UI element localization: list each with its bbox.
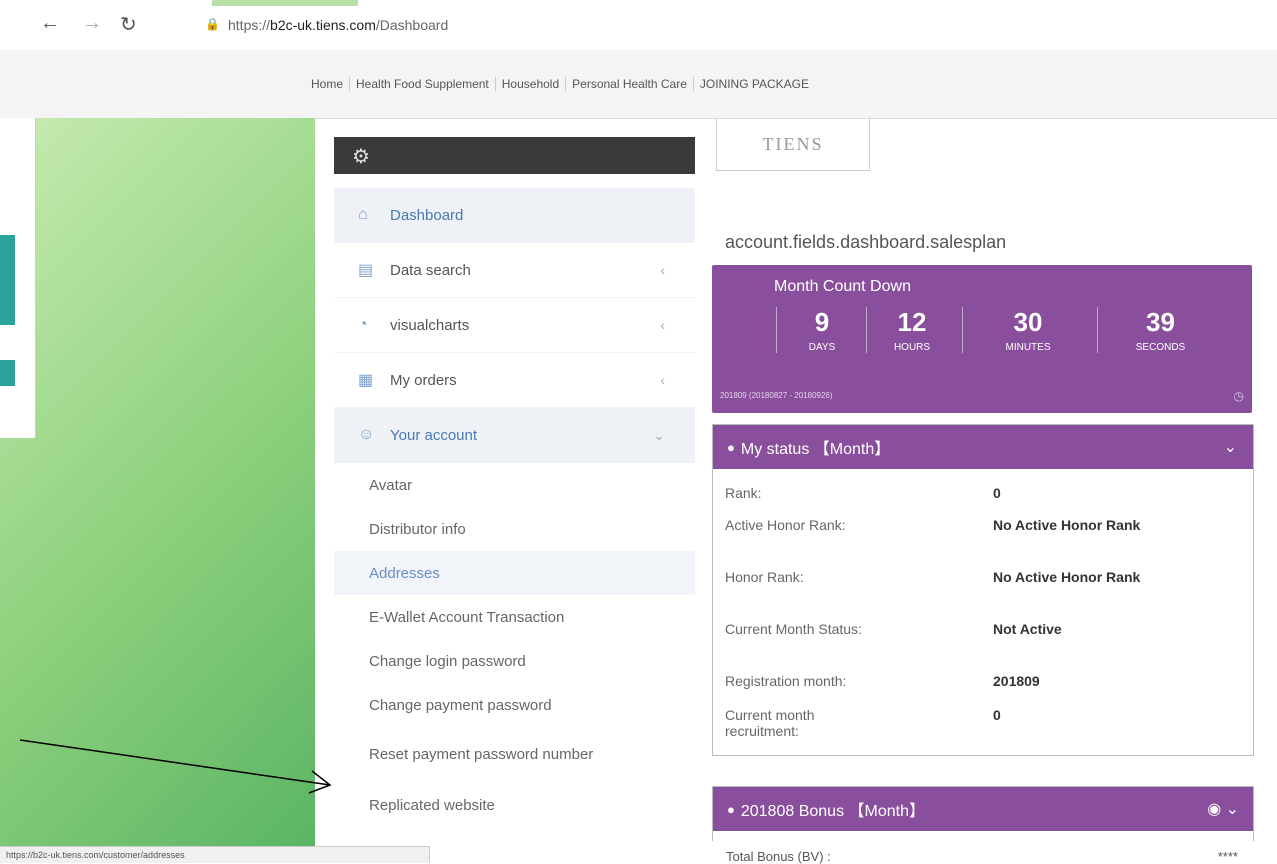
sidebar-item-my-orders[interactable]: ▦ My orders ‹ — [334, 353, 695, 408]
countdown-period: 201809 (20180827 - 20180926) — [720, 391, 833, 400]
bonus-total-value: **** — [1217, 849, 1238, 864]
sidebar-item-label: Dashboard — [390, 206, 464, 224]
status-value: Not Active — [993, 621, 1062, 637]
status-value: No Active Honor Rank — [993, 517, 1141, 533]
status-rows: Rank: 0 Active Honor Rank: No Active Honor… — [713, 469, 1253, 747]
my-status-panel: ● My status 【Month】 ⌄ Rank: 0 Active Hono… — [712, 424, 1254, 756]
eye-chevron-icon[interactable]: ◉ ⌄ — [1207, 799, 1239, 819]
status-row: Registration month: 201809 — [713, 673, 1253, 707]
countdown-label: HOURS — [893, 342, 931, 353]
submenu-addresses[interactable]: Addresses — [334, 551, 695, 595]
pie-chart-icon: ◔ — [358, 316, 368, 333]
countdown-hours: 12 HOURS — [866, 307, 957, 353]
submenu-reset-payment-password[interactable]: Reset payment password number — [369, 727, 629, 783]
sidebar-item-data-search[interactable]: ▤ Data search ‹ — [334, 243, 695, 298]
status-key: Registration month: — [725, 673, 847, 689]
countdown-label: MINUTES — [1005, 342, 1051, 353]
countdown-value: 30 — [1013, 307, 1043, 337]
countdown-minutes: 30 MINUTES — [962, 307, 1093, 353]
countdown-label: DAYS — [808, 342, 836, 353]
salesplan-heading: account.fields.dashboard.salesplan — [725, 232, 1007, 252]
countdown-seconds: 39 SECONDS — [1097, 307, 1223, 353]
status-value: No Active Honor Rank — [993, 569, 1141, 585]
sidebar-item-visualcharts[interactable]: ◔ visualcharts ‹ — [334, 298, 695, 353]
status-value: 0 — [993, 485, 1001, 501]
bonus-total-label: Total Bonus (BV) : — [726, 849, 831, 864]
status-row: Current month recruitment: 0 — [713, 707, 1253, 747]
info-icon: ● — [727, 801, 735, 817]
countdown-title: Month Count Down — [774, 278, 911, 295]
bar-chart-icon: ▤ — [358, 262, 374, 279]
gear-icon[interactable]: ⚙ — [352, 144, 370, 169]
chevron-left-icon: ‹ — [660, 372, 665, 388]
status-key: Current month recruitment: — [725, 707, 815, 739]
submenu-ewallet[interactable]: E-Wallet Account Transaction — [369, 595, 695, 639]
sidebar-header: ⚙ — [334, 137, 695, 174]
chevron-left-icon: ‹ — [660, 317, 665, 333]
month-countdown: Month Count Down 9 DAYS 12 HOURS 30 MINU… — [712, 265, 1252, 413]
status-row: Current Month Status: Not Active — [713, 621, 1253, 673]
submenu-change-login-password[interactable]: Change login password — [369, 639, 695, 683]
sidebar-item-label: visualcharts — [390, 316, 470, 334]
user-icon: ☺ — [358, 426, 375, 443]
bonus-header[interactable]: ● 201808 Bonus 【Month】 ◉ ⌄ — [713, 787, 1253, 831]
status-value: 0 — [993, 707, 1001, 723]
chevron-down-icon: ⌄ — [653, 426, 665, 443]
home-icon: ⌂ — [358, 206, 368, 223]
status-row: Rank: 0 — [713, 485, 1253, 517]
clock-icon: ◷ — [1233, 389, 1244, 403]
countdown-label: SECONDS — [1135, 342, 1186, 353]
chevron-left-icon: ‹ — [660, 262, 665, 278]
chevron-down-icon[interactable]: ⌄ — [1224, 437, 1237, 457]
status-key: Honor Rank: — [725, 569, 804, 585]
countdown-value: 9 — [814, 307, 830, 337]
sidebar: ⌂ Dashboard ▤ Data search ‹ ◔ visualcharts … — [334, 188, 695, 827]
countdown-value: 39 — [1146, 307, 1175, 337]
my-status-header[interactable]: ● My status 【Month】 ⌄ — [713, 425, 1253, 469]
sidebar-item-label: Data search — [390, 261, 471, 279]
submenu-distributor-info[interactable]: Distributor info — [369, 507, 695, 551]
bonus-total-row: Total Bonus (BV) : **** — [712, 841, 1252, 864]
countdown-value: 12 — [897, 307, 927, 337]
bonus-panel: ● 201808 Bonus 【Month】 ◉ ⌄ — [712, 786, 1254, 841]
browser-status-bar: https://b2c-uk.tiens.com/customer/addres… — [0, 846, 430, 863]
panel-title: My status 【Month】 — [740, 441, 891, 458]
submenu-avatar[interactable]: Avatar — [369, 463, 695, 507]
sidebar-item-your-account[interactable]: ☺ Your account ⌄ — [334, 408, 695, 463]
sidebar-item-dashboard[interactable]: ⌂ Dashboard — [334, 188, 695, 243]
status-value: 201809 — [993, 673, 1040, 689]
status-key: Rank: — [725, 485, 762, 501]
countdown-days: 9 DAYS — [776, 307, 867, 353]
account-submenu: Avatar Distributor info Addresses E-Wall… — [334, 463, 695, 827]
panel-title: 201808 Bonus 【Month】 — [740, 803, 925, 820]
tiens-logo: TIENS — [716, 118, 870, 171]
status-key: Current Month Status: — [725, 621, 862, 637]
status-row: Active Honor Rank: No Active Honor Rank — [713, 517, 1253, 569]
sidebar-item-label: My orders — [390, 371, 457, 389]
status-key: Active Honor Rank: — [725, 517, 846, 533]
info-icon: ● — [727, 439, 735, 455]
status-row: Honor Rank: No Active Honor Rank — [713, 569, 1253, 621]
sidebar-item-label: Your account — [390, 426, 478, 444]
submenu-change-payment-password[interactable]: Change payment password — [369, 683, 695, 727]
submenu-replicated-website[interactable]: Replicated website — [369, 783, 695, 827]
calendar-icon: ▦ — [358, 372, 374, 389]
